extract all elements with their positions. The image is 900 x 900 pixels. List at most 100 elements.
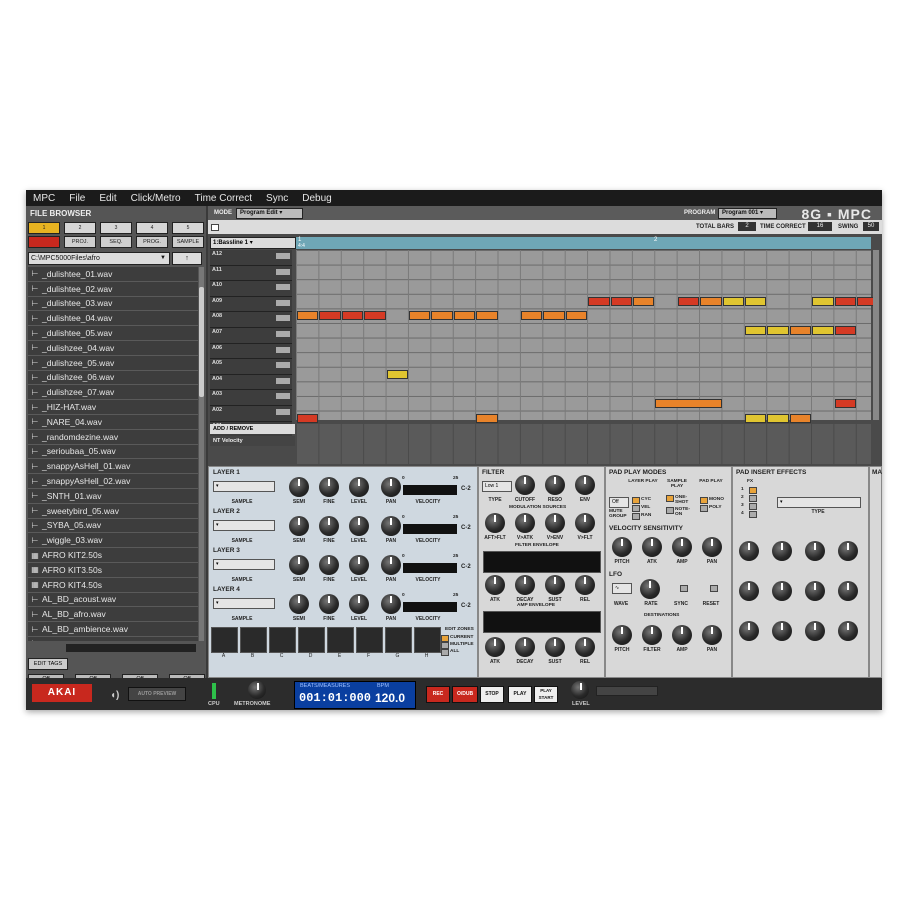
note[interactable] xyxy=(767,413,789,423)
pad-lane-a04[interactable]: A04 xyxy=(210,374,292,391)
list-item[interactable]: ⊢ AL_BD_afro.wav xyxy=(28,607,198,623)
add-remove-dropdown[interactable]: ADD / REMOVE xyxy=(210,424,295,434)
sample-play-checkbox[interactable] xyxy=(666,495,674,502)
pad-a[interactable] xyxy=(211,627,238,653)
filter-rel-knob[interactable] xyxy=(575,637,595,657)
edit-zone-checkbox[interactable] xyxy=(441,649,449,656)
mute-solo-buttons[interactable] xyxy=(276,299,290,306)
lfo-dest-pitch-knob[interactable] xyxy=(612,625,632,645)
level-knob[interactable] xyxy=(349,594,369,614)
note[interactable] xyxy=(453,311,476,321)
fine-knob[interactable] xyxy=(319,594,339,614)
lfo-dest-filter-knob[interactable] xyxy=(642,625,662,645)
bpm-value[interactable]: 120.0 xyxy=(375,691,405,705)
amp-envelope-display[interactable] xyxy=(483,611,601,633)
note[interactable] xyxy=(319,311,341,321)
note[interactable] xyxy=(677,296,700,306)
note[interactable] xyxy=(655,399,722,408)
filter-sust-knob[interactable] xyxy=(545,575,565,595)
note[interactable] xyxy=(834,326,856,335)
note[interactable] xyxy=(409,311,431,321)
fx-param-knob[interactable] xyxy=(805,541,825,561)
sample-play-checkbox[interactable] xyxy=(666,507,674,514)
fx-param-knob[interactable] xyxy=(838,581,858,601)
menu-edit[interactable]: Edit xyxy=(92,193,123,204)
note[interactable] xyxy=(789,326,812,335)
pad-g[interactable] xyxy=(385,627,412,653)
list-item[interactable]: ⊢ _SYBA_05.wav xyxy=(28,518,198,534)
lfo-reset-toggle[interactable] xyxy=(710,585,718,592)
pad-c[interactable] xyxy=(269,627,296,653)
filter-aftflt-knob[interactable] xyxy=(485,513,505,533)
velocity-lane[interactable] xyxy=(296,424,871,464)
pad-lane-a12[interactable]: A12 xyxy=(210,250,292,266)
all-filter-button[interactable] xyxy=(28,236,60,248)
filter-atk-knob[interactable] xyxy=(485,637,505,657)
filter-decay-knob[interactable] xyxy=(515,637,535,657)
pan-knob[interactable] xyxy=(381,555,401,575)
velocity-range[interactable] xyxy=(403,524,457,534)
path-dropdown[interactable]: C:\MPC5000Files\afro ▼ xyxy=(28,252,170,265)
filter-button-proj[interactable]: PROJ. xyxy=(64,236,96,248)
pad-lane-a05[interactable]: A05 xyxy=(210,359,292,375)
note[interactable] xyxy=(543,311,565,321)
time-correct-value[interactable]: 16 xyxy=(808,222,832,231)
note[interactable] xyxy=(812,326,834,335)
file-list-hscroll[interactable] xyxy=(66,644,196,652)
filter-button-sample[interactable]: SAMPLE xyxy=(172,236,204,248)
filter-reso-knob[interactable] xyxy=(545,475,565,495)
filter-venv-knob[interactable] xyxy=(545,513,565,533)
filter-cutoff-knob[interactable] xyxy=(515,475,535,495)
layer-play-checkbox[interactable] xyxy=(632,505,640,512)
fx-slot-checkbox[interactable] xyxy=(749,495,757,502)
loop-checkbox[interactable] xyxy=(211,224,219,231)
menu-mpc[interactable]: MPC xyxy=(26,193,62,204)
file-list-scrollbar[interactable] xyxy=(199,267,204,641)
edit-tags-button[interactable]: EDIT TAGS xyxy=(28,658,68,670)
browser-tab-5[interactable]: 5 xyxy=(172,222,204,234)
filter-rel-knob[interactable] xyxy=(575,575,595,595)
note[interactable] xyxy=(341,311,364,321)
fx-param-knob[interactable] xyxy=(772,541,792,561)
fx-param-knob[interactable] xyxy=(805,621,825,641)
list-item[interactable]: ⊢ _dulishzee_07.wav xyxy=(28,385,198,401)
filter-type-select[interactable]: Low 1 xyxy=(482,481,512,492)
lfo-sync-toggle[interactable] xyxy=(680,585,688,592)
note[interactable] xyxy=(834,296,856,306)
fx-param-knob[interactable] xyxy=(838,541,858,561)
fx-type-select[interactable]: ▾ xyxy=(777,497,861,508)
semi-knob[interactable] xyxy=(289,477,309,497)
pad-e[interactable] xyxy=(327,627,354,653)
velocity-range[interactable] xyxy=(403,563,457,573)
menu-sync[interactable]: Sync xyxy=(259,193,295,204)
position-value[interactable]: 001:01:000 xyxy=(299,691,371,705)
menu-clickmetro[interactable]: Click/Metro xyxy=(124,193,188,204)
pad-lane-a11[interactable]: A11 xyxy=(210,265,292,282)
menu-debug[interactable]: Debug xyxy=(295,193,338,204)
layer-play-checkbox[interactable] xyxy=(632,513,640,520)
fx-slot-checkbox[interactable] xyxy=(749,487,757,494)
list-item[interactable]: ▦ AFRO KIT3.50s xyxy=(28,562,198,578)
semi-knob[interactable] xyxy=(289,516,309,536)
note[interactable] xyxy=(386,369,408,379)
list-item[interactable]: ⊢ _SNTH_01.wav xyxy=(28,488,198,504)
fx-param-knob[interactable] xyxy=(739,541,759,561)
list-item[interactable]: ⊢ _dulishtee_01.wav xyxy=(28,267,198,282)
browser-tab-3[interactable]: 3 xyxy=(100,222,132,234)
mute-solo-buttons[interactable] xyxy=(276,377,290,384)
pad-play-checkbox[interactable] xyxy=(700,505,708,512)
play-button[interactable]: PLAY xyxy=(508,686,532,703)
pan-knob[interactable] xyxy=(381,516,401,536)
mute-solo-buttons[interactable] xyxy=(276,362,290,369)
sample-select[interactable]: ▾ xyxy=(213,520,275,531)
mute-solo-buttons[interactable] xyxy=(276,284,290,291)
mute-solo-buttons[interactable] xyxy=(276,408,290,415)
semi-knob[interactable] xyxy=(289,594,309,614)
sample-select[interactable]: ▾ xyxy=(213,598,275,609)
fx-param-knob[interactable] xyxy=(772,581,792,601)
list-item[interactable]: ⊢ _dulishtee_02.wav xyxy=(28,281,198,297)
note[interactable] xyxy=(745,296,767,306)
mute-solo-buttons[interactable] xyxy=(276,315,290,322)
note[interactable] xyxy=(588,296,610,306)
auto-preview-button[interactable]: AUTO PREVIEW xyxy=(128,687,186,701)
